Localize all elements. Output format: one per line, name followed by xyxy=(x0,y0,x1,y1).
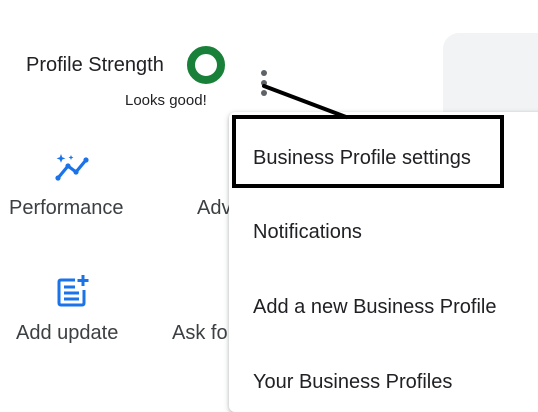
more-vert-icon-dot xyxy=(261,80,267,86)
menu-item-add-new-business-profile[interactable]: Add a new Business Profile xyxy=(253,295,496,319)
performance-label: Performance xyxy=(9,197,124,219)
performance-action[interactable]: Performance xyxy=(0,148,150,228)
more-options-button[interactable] xyxy=(256,66,272,100)
advertise-label: Adv xyxy=(197,197,232,219)
menu-item-notifications[interactable]: Notifications xyxy=(253,220,362,244)
profile-strength-ring-icon xyxy=(187,46,225,84)
more-vert-icon-dot xyxy=(261,90,267,96)
profile-strength-status: Looks good! xyxy=(125,92,207,109)
more-options-menu: Business Profile settings Notifications … xyxy=(229,112,538,412)
menu-item-business-profile-settings[interactable]: Business Profile settings xyxy=(253,146,471,170)
menu-item-your-business-profiles[interactable]: Your Business Profiles xyxy=(253,370,452,394)
ask-for-reviews-action[interactable]: Ask fo xyxy=(165,270,230,350)
trending-sparkle-icon xyxy=(55,154,89,181)
post-add-icon xyxy=(57,275,89,307)
add-update-label: Add update xyxy=(16,322,119,344)
add-update-action[interactable]: Add update xyxy=(0,270,150,350)
profile-strength-label: Profile Strength xyxy=(26,54,164,76)
advertise-action[interactable]: Adv xyxy=(190,148,232,228)
more-vert-icon-dot xyxy=(261,70,267,76)
ask-for-reviews-label: Ask fo xyxy=(172,322,228,344)
